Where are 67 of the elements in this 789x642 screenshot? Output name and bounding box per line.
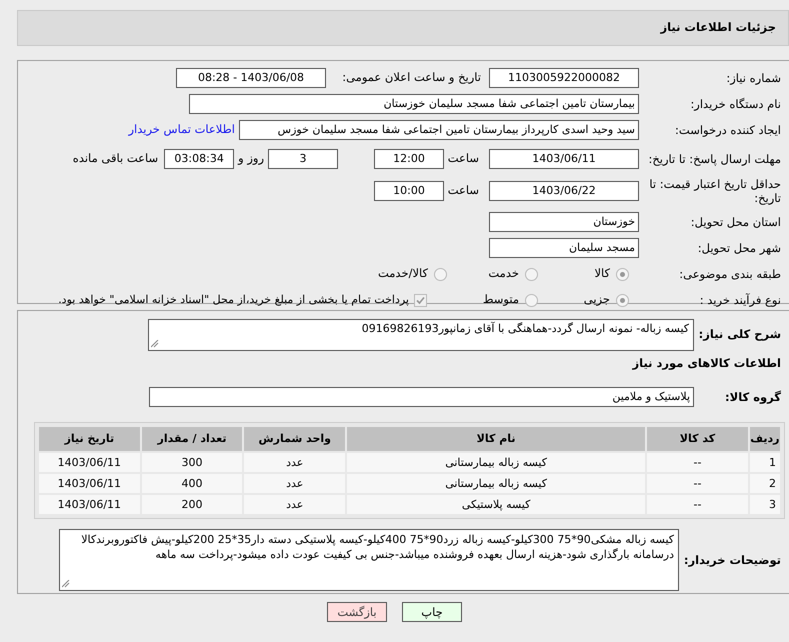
field-label: روز و [238,150,264,168]
section-title: اطلاعات کالاهای مورد نیاز [631,355,782,372]
field-label: نام دستگاه خریدار: [689,97,782,111]
field-label: شرح کلی نیاز: [698,326,782,344]
table-cell: کیسه پلاستیکی [347,495,646,514]
table-cell: 1403/06/11 [39,474,140,494]
back-button[interactable]: بازگشت [327,602,387,622]
table-cell: کیسه زباله بیمارستانی [347,474,646,494]
field-label: مهلت ارسال پاسخ: تا تاریخ: [647,152,782,166]
table-cell: عدد [244,495,346,514]
radio-label: جزیی [582,291,610,308]
description-field[interactable]: کیسه زباله- نمونه ارسال گردد-هماهنگی با آقای زمانپور09169826193 [148,319,694,351]
field-label: توضیحات خریدار: [682,552,782,569]
column-header: تعداد / مقدار [142,427,242,452]
field-label: شهر محل تحویل: [696,241,782,255]
radio-label: متوسط [482,291,519,308]
table-cell: 200 [142,495,242,514]
page-title: جزئیات اطلاعات نیاز [660,19,776,36]
column-header: تاریخ نیاز [39,427,140,452]
table-cell: -- [647,474,748,494]
table-cell: عدد [244,474,346,494]
field-label: طبقه بندی موضوعی: [678,267,782,281]
announce-date-field: 1403/06/08 - 08:28 [176,68,326,88]
column-header: کد کالا [647,427,748,452]
time-field: 12:00 [374,149,444,169]
field-label: استان محل تحویل: [690,215,782,229]
radio-label: خدمت [487,265,519,282]
field-label: تاریخ و ساعت اعلان عمومی: [341,69,481,86]
table-cell: -- [647,453,748,472]
requester-field: سید وحید اسدی کارپرداز بیمارستان تامین اجتماعی شفا مسجد سلیمان خوزس [239,120,639,140]
field-label: ساعت [446,150,479,168]
field-label: شماره نیاز: [725,71,782,85]
date-field: 1403/06/22 [489,181,639,201]
date-field: 1403/06/11 [489,149,639,169]
column-header: نام کالا [347,427,646,452]
contact-link[interactable]: اطلاعات تماس خریدار [128,121,235,139]
buyer-notes-field[interactable]: کیسه زباله مشکی90*75 300کیلو-کیسه زباله زرد90*75 400کیلو-کیسه پلاستیکی دسته دار35*25 200کیلو-پیش فاکتوروبرندکالا درسامانه بارگذاری شود-هزینه ارسال بعهده فروشنده میباشد-جنس بی کیفیت عودت داده میشود-پرداخت سه ماهه [59,529,679,592]
days-field: 3 [268,149,338,169]
city-field: مسجد سلیمان [489,238,639,258]
time-field: 10:00 [374,181,444,201]
table-cell: 400 [142,474,242,494]
need-number-field: 1103005922000082 [489,68,639,88]
table-cell: 1403/06/11 [39,495,140,514]
buyer-org-field: بیمارستان تامین اجتماعی شفا مسجد سلیمان خوزستان [189,94,639,114]
table-cell: عدد [244,453,346,472]
field-label: ساعت باقی مانده [72,150,158,168]
print-button[interactable]: چاپ [402,602,462,622]
table-cell: 3 [750,495,780,514]
province-field: خوزستان [489,212,639,232]
field-label: ساعت [446,182,479,200]
table-cell: 1403/06/11 [39,453,140,472]
table-cell: کیسه زباله بیمارستانی [347,453,646,472]
remaining-time-field: 03:08:34 [164,149,234,169]
field-label: ایجاد کننده درخواست: [674,123,782,137]
table-cell: -- [647,495,748,514]
checkbox-label: پرداخت تمام یا بخشی از مبلغ خرید،از محل "اسناد خزانه اسلامی" خواهد بود. [58,292,409,308]
column-header: واحد شمارش [244,427,346,452]
column-header: ردیف [750,427,780,452]
table-cell: 1 [750,453,780,472]
field-label: نوع فرآیند خرید : [698,293,782,307]
table-cell: 2 [750,474,780,494]
radio-label: کالا [593,265,610,282]
field-label: گروه کالا: [724,388,782,406]
radio-label: کالا/خدمت [376,265,428,282]
goods-group-field: پلاستیک و ملامین [149,387,694,408]
field-label: حداقل تاریخ اعتبار قیمت: تا تاریخ: [648,177,782,205]
table-cell: 300 [142,453,242,472]
